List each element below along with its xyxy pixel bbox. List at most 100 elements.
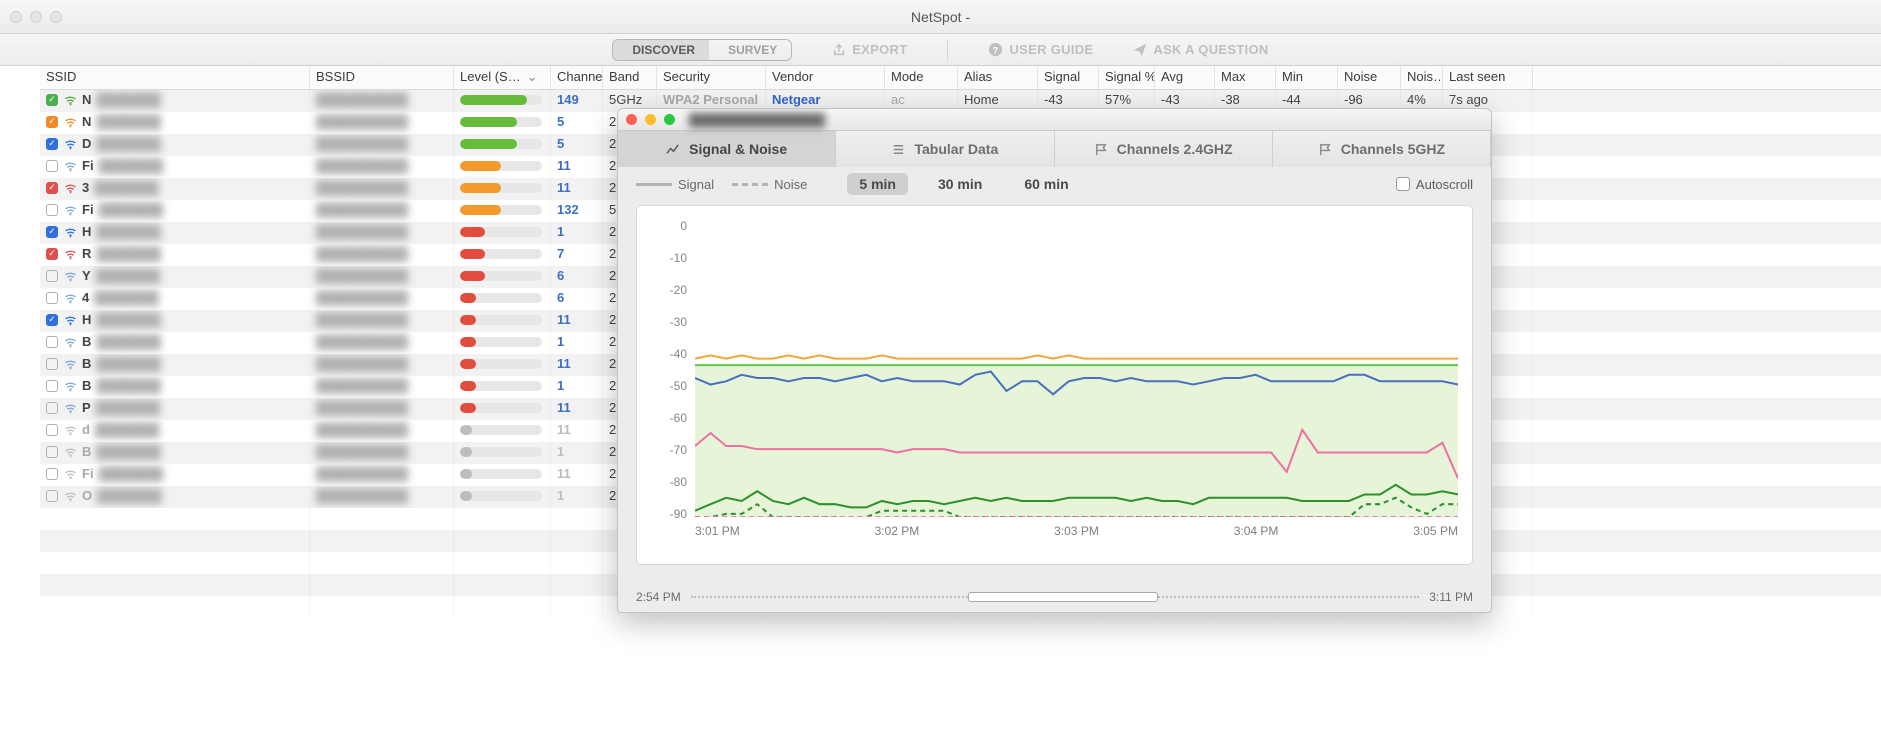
column-header[interactable]: Vendor [766,66,885,89]
ssid-rest: ███████ [96,378,160,393]
ssid-cell[interactable]: Fi███████ [40,464,310,486]
row-checkbox[interactable]: ✓ [46,314,58,326]
ssid-cell[interactable]: B███████ [40,442,310,464]
column-header[interactable]: Last seen [1443,66,1533,89]
range-30min[interactable]: 30 min [926,173,994,195]
y-tick: -70 [670,443,687,457]
popup-titlebar[interactable]: ████████████████ [618,109,1491,131]
ssid-cell[interactable]: Fi███████ [40,156,310,178]
ssid-cell[interactable]: Y███████ [40,266,310,288]
column-header[interactable]: Alias [958,66,1038,89]
popup-zoom-icon[interactable] [664,114,675,125]
column-header[interactable]: Signal % [1099,66,1155,89]
column-header[interactable]: Level (S… [454,66,551,89]
popup-close-icon[interactable] [626,114,637,125]
bssid-cell: ██████████ [310,442,454,464]
chart-line-icon [666,142,681,157]
range-selector[interactable]: 5 min 30 min 60 min [847,173,1080,195]
ssid-cell[interactable]: 4███████ [40,288,310,310]
scrub-thumb[interactable] [968,592,1158,602]
ssid-cell[interactable]: ✓3███████ [40,178,310,200]
ssid-label: D [82,136,91,151]
channel-cell: 1 [551,332,603,354]
scrub-track[interactable] [691,596,1419,598]
level-bar-icon [460,447,542,457]
user-guide-label: USER GUIDE [1009,42,1093,57]
column-header[interactable]: Band [603,66,657,89]
column-header[interactable]: Min [1276,66,1338,89]
ssid-cell[interactable]: P███████ [40,398,310,420]
row-checkbox[interactable] [46,424,58,436]
popup-minimize-icon[interactable] [645,114,656,125]
ssid-cell[interactable]: B███████ [40,332,310,354]
autoscroll-checkbox[interactable] [1396,177,1410,191]
send-icon [1133,43,1147,57]
column-header[interactable]: Signal [1038,66,1099,89]
column-header[interactable]: SSID [40,66,310,89]
y-axis: 0-10-20-30-40-50-60-70-80-90 [645,226,687,514]
row-checkbox[interactable] [46,270,58,282]
ssid-cell[interactable]: B███████ [40,354,310,376]
ssid-label: 3 [82,180,89,195]
ssid-cell[interactable]: ✓D███████ [40,134,310,156]
row-checkbox[interactable]: ✓ [46,182,58,194]
ssid-cell[interactable]: ✓N███████ [40,112,310,134]
row-checkbox[interactable] [46,446,58,458]
column-header[interactable]: Mode [885,66,958,89]
export-button[interactable]: EXPORT [832,42,907,57]
row-checkbox[interactable] [46,468,58,480]
row-checkbox[interactable] [46,402,58,414]
tab-signal-noise[interactable]: Signal & Noise [618,131,836,167]
row-checkbox[interactable] [46,380,58,392]
range-5min[interactable]: 5 min [847,173,908,195]
column-header[interactable]: BSSID [310,66,454,89]
ssid-cell[interactable]: ✓N███████ [40,90,310,112]
ssid-cell[interactable]: ✓H███████ [40,310,310,332]
column-header[interactable]: Channel [551,66,603,89]
row-checkbox[interactable] [46,336,58,348]
column-header[interactable]: Nois… [1401,66,1443,89]
titlebar: NetSpot - [0,0,1881,34]
discover-tab[interactable]: DISCOVER [613,40,709,60]
ssid-cell[interactable]: d███████ [40,420,310,442]
row-checkbox[interactable] [46,160,58,172]
autoscroll-toggle[interactable]: Autoscroll [1396,177,1473,192]
ask-question-button[interactable]: ASK A QUESTION [1133,42,1268,57]
ssid-cell[interactable]: ✓H███████ [40,222,310,244]
channel-cell: 6 [551,288,603,310]
level-bar-icon [460,491,542,501]
time-scrubber[interactable]: 2:54 PM 3:11 PM [636,586,1473,608]
row-checkbox[interactable]: ✓ [46,116,58,128]
mode-segmented[interactable]: DISCOVER SURVEY [612,39,792,61]
ssid-cell[interactable]: B███████ [40,376,310,398]
tab-channels-5[interactable]: Channels 5GHZ [1273,131,1491,167]
popup-tabs[interactable]: Signal & Noise Tabular Data Channels 2.4… [618,131,1491,167]
row-checkbox[interactable]: ✓ [46,248,58,260]
tab-channels-24[interactable]: Channels 2.4GHZ [1055,131,1273,167]
column-header[interactable]: Noise [1338,66,1401,89]
column-header[interactable]: Avg [1155,66,1215,89]
ssid-cell[interactable]: ✓R███████ [40,244,310,266]
chart-area[interactable]: 0-10-20-30-40-50-60-70-80-90 3:01 PM3:02… [636,205,1473,565]
channel-cell: 11 [551,398,603,420]
row-checkbox[interactable] [46,292,58,304]
user-guide-button[interactable]: ? USER GUIDE [988,42,1093,57]
column-header[interactable]: Security [657,66,766,89]
ssid-cell[interactable]: O███████ [40,486,310,508]
row-checkbox[interactable]: ✓ [46,94,58,106]
row-checkbox[interactable]: ✓ [46,226,58,238]
ssid-rest: ███████ [96,92,160,107]
ssid-cell[interactable]: Fi███████ [40,200,310,222]
bssid-blur: ██████████ [316,378,408,393]
column-header[interactable]: Max [1215,66,1276,89]
row-checkbox[interactable] [46,358,58,370]
table-header[interactable]: SSIDBSSIDLevel (S…ChannelBandSecurityVen… [40,66,1881,90]
tab-tabular[interactable]: Tabular Data [836,131,1054,167]
row-checkbox[interactable]: ✓ [46,138,58,150]
range-60min[interactable]: 60 min [1012,173,1080,195]
bssid-cell: ██████████ [310,266,454,288]
signal-popup[interactable]: ████████████████ Signal & Noise Tabular … [617,108,1492,613]
survey-tab[interactable]: SURVEY [709,40,791,60]
row-checkbox[interactable] [46,204,58,216]
row-checkbox[interactable] [46,490,58,502]
